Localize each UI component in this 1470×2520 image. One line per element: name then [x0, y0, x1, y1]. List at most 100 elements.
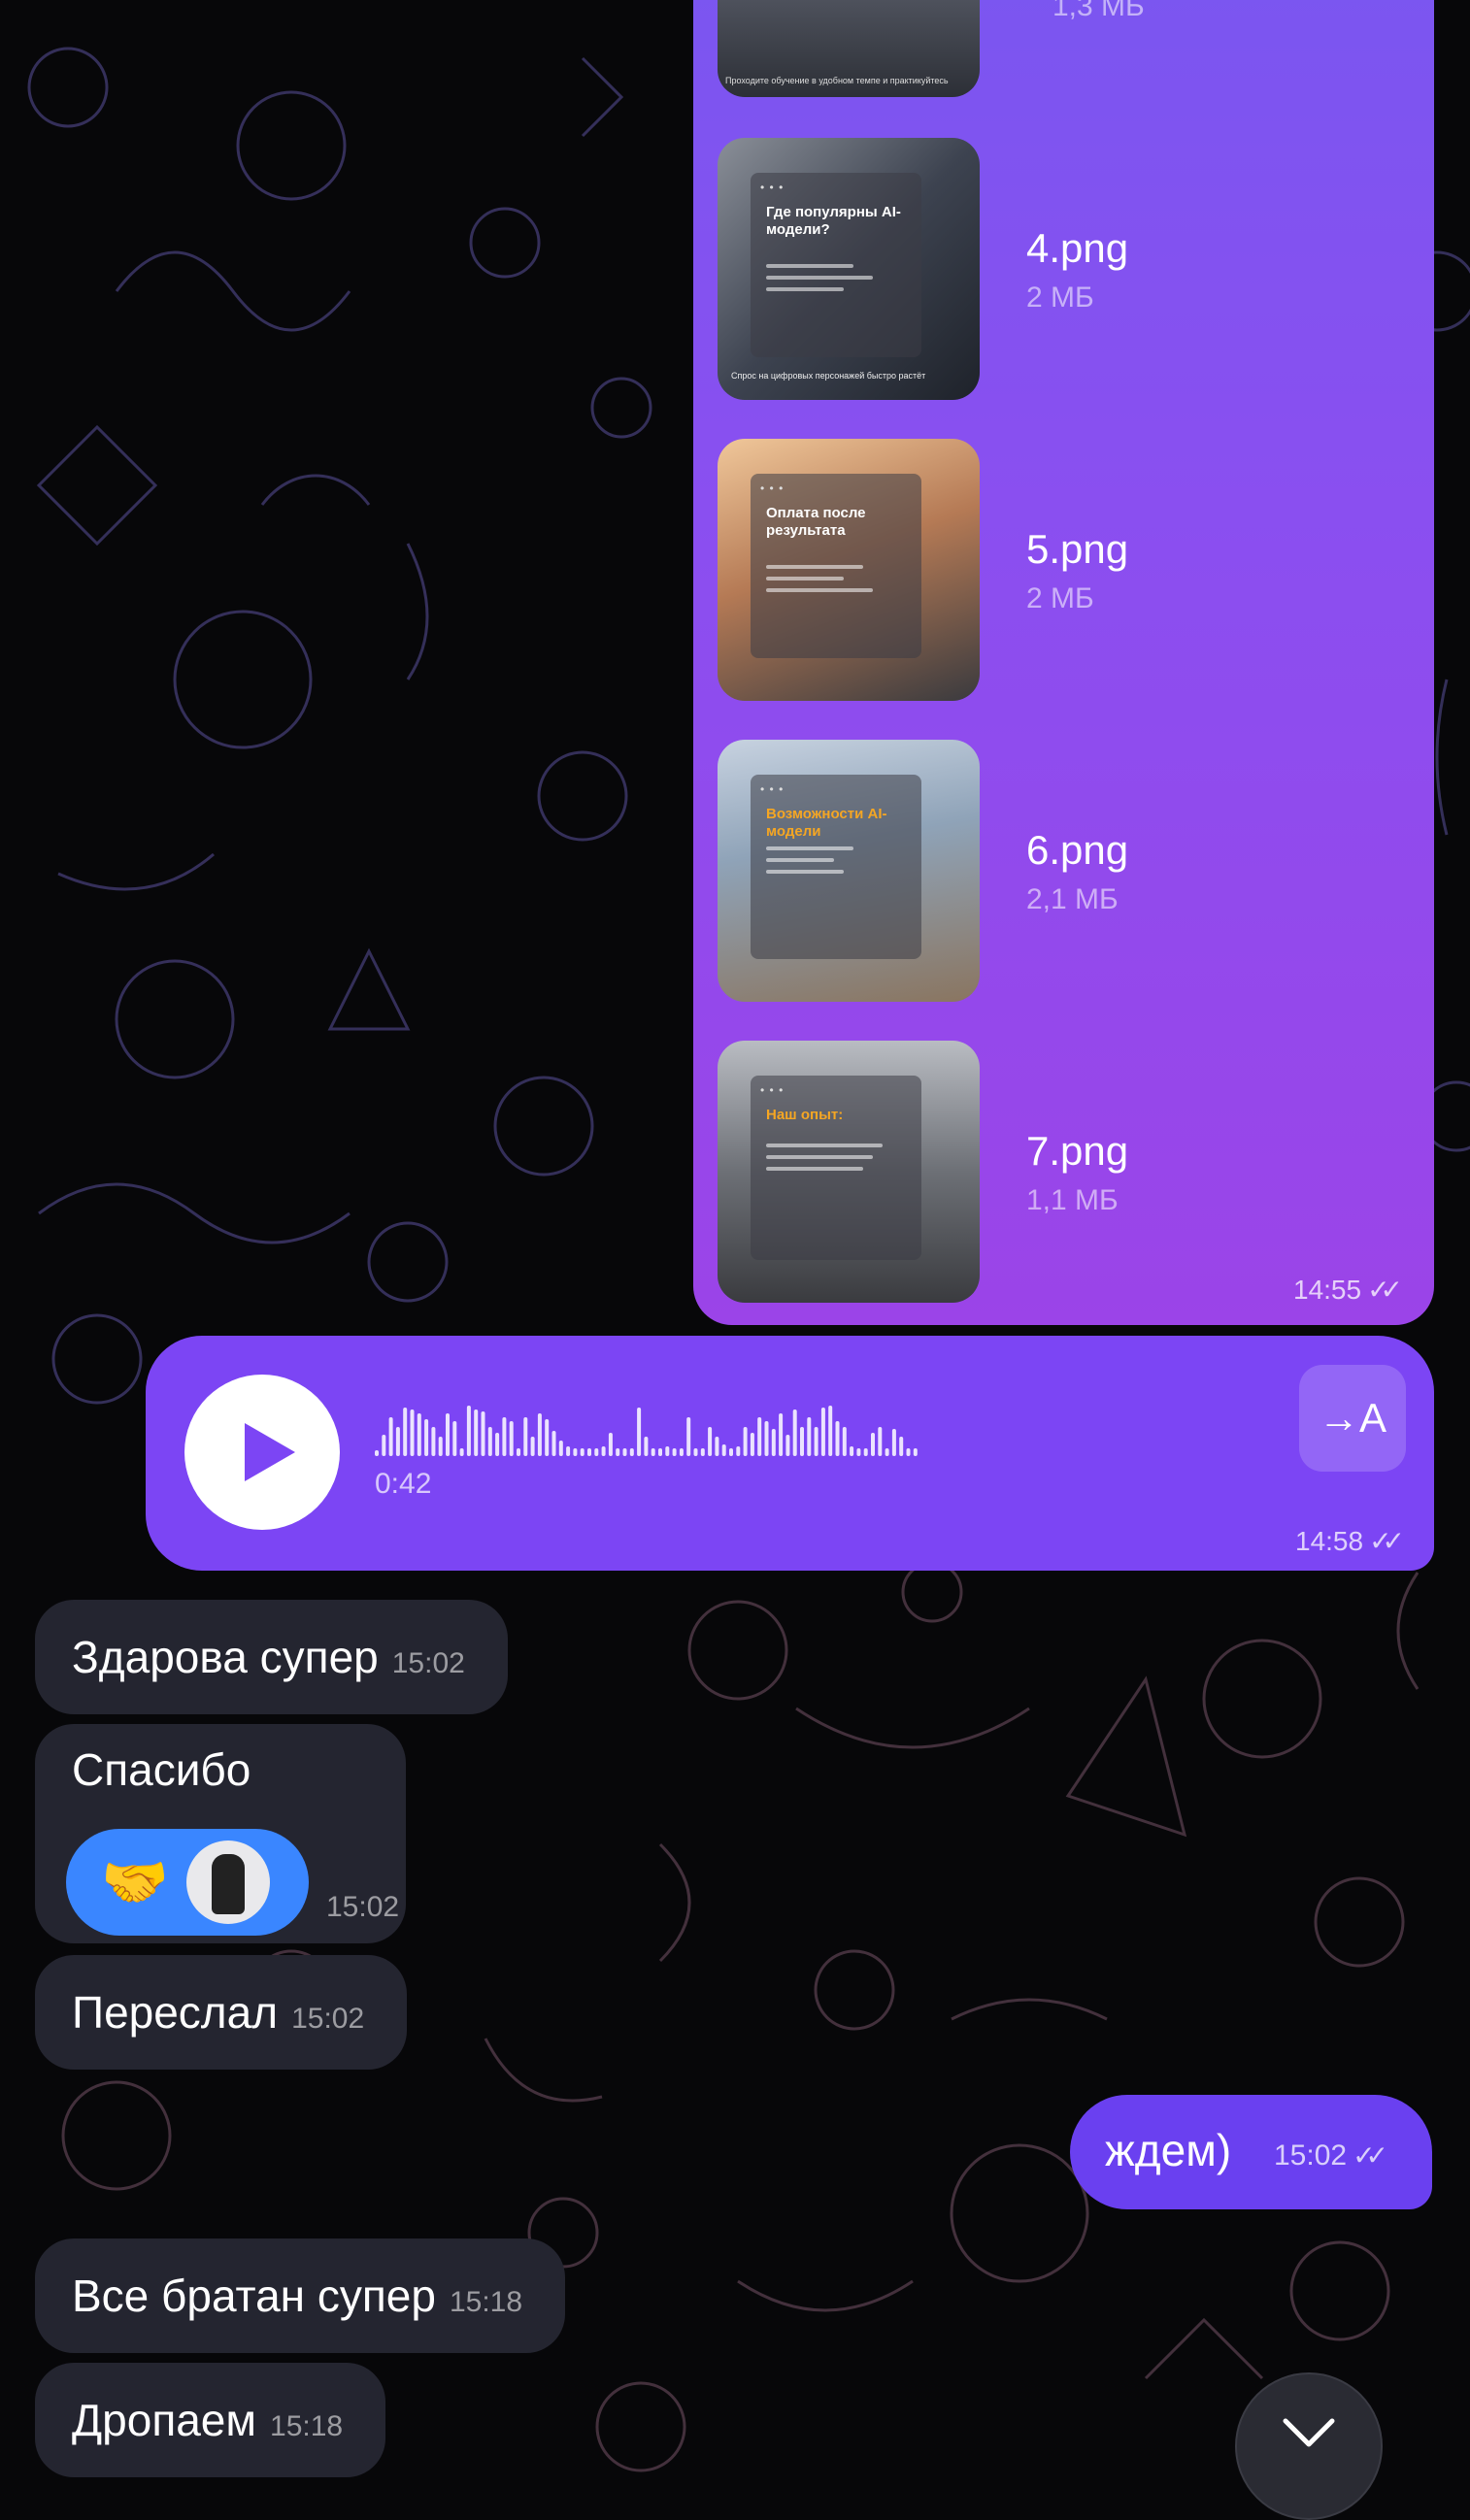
waveform-bar: [665, 1446, 670, 1456]
waveform-bar: [601, 1446, 606, 1456]
play-button[interactable]: [184, 1375, 340, 1530]
waveform-bar: [417, 1413, 421, 1456]
file-row-7[interactable]: • • • Наш опыт: 7.png 1,1 МБ: [718, 1041, 1397, 1303]
waveform-bar: [551, 1431, 556, 1456]
reaction-chip[interactable]: 🤝: [66, 1829, 309, 1936]
waveform-bar: [487, 1427, 492, 1456]
incoming-message[interactable]: Дропаем 15:18: [35, 2363, 386, 2477]
file-row-5[interactable]: • • • Оплата после результата 5.png 2 МБ: [718, 439, 1397, 701]
read-checks-icon: ✓✓: [1367, 1275, 1403, 1305]
waveform-bar: [863, 1448, 868, 1456]
voice-message-bubble: 0:42 →A 14:58 ✓✓: [146, 1336, 1434, 1571]
waveform-bar: [558, 1441, 563, 1456]
waveform-bar: [431, 1427, 436, 1456]
incoming-message[interactable]: Спасибо 🤝 15:02: [35, 1724, 406, 1943]
waveform-bar: [424, 1419, 429, 1456]
waveform-bar: [573, 1448, 578, 1456]
waveform-bar: [885, 1448, 889, 1456]
waveform-bar: [686, 1417, 691, 1456]
message-time: 15:02 ✓✓: [1274, 2139, 1388, 2172]
waveform-bar: [878, 1427, 883, 1456]
avatar: [186, 1840, 270, 1924]
waveform-bar: [481, 1411, 485, 1456]
waveform-bar: [820, 1408, 825, 1456]
voice-duration: 0:42: [375, 1468, 432, 1500]
file-name: 4.png: [1026, 225, 1129, 271]
play-icon: [245, 1423, 295, 1481]
outgoing-message[interactable]: ждем) 15:02 ✓✓: [1070, 2095, 1432, 2209]
waveform-bar: [452, 1421, 457, 1456]
waveform-bar: [856, 1448, 861, 1456]
waveform-bar: [410, 1409, 415, 1456]
waveform-bar: [545, 1419, 550, 1456]
file-thumbnail[interactable]: • • • Где популярны AI-модели? Спрос на …: [718, 138, 980, 400]
voice-waveform[interactable]: [375, 1394, 1404, 1462]
waveform-bar: [594, 1448, 599, 1456]
waveform-bar: [871, 1433, 875, 1456]
message-time: 15:18: [270, 2410, 344, 2442]
waveform-bar: [750, 1433, 754, 1456]
waveform-bar: [566, 1446, 571, 1456]
partial-file-row[interactable]: Проходите обучение в удобном темпе и пра…: [718, 0, 1397, 97]
file-thumbnail[interactable]: • • • Наш опыт:: [718, 1041, 980, 1303]
waveform-bar: [693, 1448, 698, 1456]
partial-thumb-caption: Проходите обучение в удобном темпе и пра…: [725, 76, 949, 85]
waveform-bar: [466, 1406, 471, 1456]
incoming-message[interactable]: Здарова супер 15:02: [35, 1600, 508, 1714]
message-text: Все братан супер: [72, 2271, 436, 2321]
waveform-bar: [637, 1408, 642, 1456]
waveform-bar: [530, 1437, 535, 1456]
file-thumbnail[interactable]: • • • Возможности AI-модели: [718, 740, 980, 1002]
voice-timestamp: 14:58 ✓✓: [1295, 1525, 1405, 1557]
waveform-bar: [807, 1417, 812, 1456]
waveform-bar: [785, 1435, 790, 1456]
chevron-down-icon: [1283, 2418, 1335, 2447]
message-text: Здарова супер: [72, 1632, 379, 1682]
message-time: 15:02: [391, 1647, 465, 1679]
file-size: 2,1 МБ: [1026, 883, 1119, 915]
file-row-6[interactable]: • • • Возможности AI-модели 6.png 2,1 МБ: [718, 740, 1397, 1002]
thumb-title: Наш опыт:: [766, 1107, 844, 1123]
thumb-title: Где популярны AI-модели?: [766, 204, 901, 238]
transcribe-button[interactable]: →A: [1299, 1365, 1406, 1472]
message-text: Переслал: [72, 1987, 279, 2038]
scroll-to-bottom-button[interactable]: [1235, 2372, 1383, 2520]
file-size: 2 МБ: [1026, 582, 1094, 614]
message-text: Дропаем: [72, 2395, 257, 2445]
file-name: 5.png: [1026, 526, 1129, 572]
waveform-bar: [729, 1448, 733, 1456]
waveform-bar: [587, 1448, 591, 1456]
waveform-bar: [388, 1417, 393, 1456]
waveform-bar: [644, 1437, 649, 1456]
waveform-bar: [700, 1448, 705, 1456]
waveform-bar: [537, 1413, 542, 1456]
waveform-bar: [438, 1437, 443, 1456]
waveform-bar: [792, 1409, 797, 1456]
transcribe-icon: →A: [1318, 1395, 1386, 1441]
waveform-bar: [474, 1409, 479, 1456]
waveform-bar: [517, 1448, 520, 1456]
waveform-bar: [850, 1446, 854, 1456]
waveform-bar: [403, 1408, 408, 1456]
time-label: 14:55: [1293, 1275, 1362, 1305]
message-time: 15:02: [326, 1891, 400, 1923]
waveform-bar: [764, 1421, 769, 1456]
waveform-bar: [779, 1413, 784, 1456]
incoming-message[interactable]: Переслал 15:02: [35, 1955, 408, 2070]
file-thumbnail[interactable]: • • • Оплата после результата: [718, 439, 980, 701]
waveform-bar: [899, 1437, 904, 1456]
waveform-bar: [495, 1433, 500, 1456]
file-row-4[interactable]: • • • Где популярны AI-модели? Спрос на …: [718, 138, 1397, 400]
waveform-bar: [828, 1406, 833, 1456]
waveform-bar: [800, 1427, 804, 1456]
thumb-title: Оплата после результата: [766, 505, 866, 539]
waveform-bar: [842, 1427, 847, 1456]
waveform-bar: [913, 1448, 918, 1456]
incoming-message[interactable]: Все братан супер 15:18: [35, 2238, 566, 2353]
waveform-bar: [622, 1448, 627, 1456]
waveform-bar: [757, 1417, 762, 1456]
file-name: 7.png: [1026, 1128, 1129, 1174]
waveform-bar: [708, 1427, 713, 1456]
waveform-bar: [375, 1450, 379, 1456]
waveform-bar: [523, 1417, 528, 1456]
